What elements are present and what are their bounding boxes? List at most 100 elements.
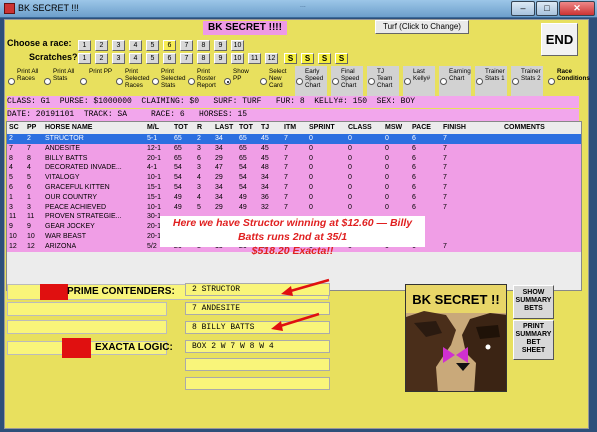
- scratch-button-7[interactable]: 7: [180, 53, 193, 64]
- option-radio[interactable]: [224, 78, 231, 85]
- column-header[interactable]: COMMENTS: [504, 123, 564, 133]
- option-radio[interactable]: [116, 78, 123, 85]
- cell: 54: [239, 184, 247, 191]
- scratch-button-1[interactable]: 1: [78, 53, 91, 64]
- race-button-7[interactable]: 7: [180, 40, 193, 51]
- close-button[interactable]: ✕: [559, 1, 595, 16]
- scratch-s-button-4[interactable]: S: [335, 53, 348, 64]
- end-button[interactable]: END: [541, 23, 578, 56]
- scratch-s-button-1[interactable]: S: [284, 53, 297, 64]
- horse-row[interactable]: 7 7 ANDESITE 12-1 65 3 34 65 45 7 0 0 0 6 7: [7, 143, 581, 154]
- option-radio[interactable]: [152, 78, 159, 85]
- horse-row[interactable]: 5 5 VITALOGY 10-1 54 4 29 54 34 7 0 0 0 6 7: [7, 173, 581, 183]
- column-header[interactable]: SC: [9, 123, 27, 133]
- race-button-10[interactable]: 10: [231, 40, 244, 51]
- horse-row[interactable]: 6 6 GRACEFUL KITTEN 15-1 54 3 34 54 34 7 0 0 0 6 7: [7, 183, 581, 193]
- scratch-button-2[interactable]: 2: [95, 53, 108, 64]
- race-button-2[interactable]: 2: [95, 40, 108, 51]
- turf-toggle-button[interactable]: Turf (Click to Change): [375, 20, 469, 34]
- option-radio[interactable]: [332, 78, 339, 85]
- scratch-s-button-2[interactable]: S: [301, 53, 314, 64]
- column-header[interactable]: LAST: [215, 123, 237, 133]
- cell: 0: [348, 164, 352, 172]
- horse-row[interactable]: 4 4 DECORATED INVADE... 4-1 54 3 47 54 48 7 0 0 0 6 7: [7, 163, 581, 174]
- option-radio[interactable]: [188, 78, 195, 85]
- horse-grid[interactable]: SC PP HORSE NAME M/L TOT R LAST TOT TJ ITM SPRINT C…: [6, 121, 582, 291]
- race-button-3[interactable]: 3: [112, 40, 125, 51]
- option-radio[interactable]: [476, 78, 483, 85]
- option-radio[interactable]: [296, 78, 303, 85]
- column-header[interactable]: MSW: [385, 123, 411, 133]
- cell: PEACE ACHIEVED: [45, 203, 107, 211]
- option-radio[interactable]: [80, 78, 87, 85]
- scratch-button-11[interactable]: 11: [248, 53, 261, 64]
- scratch-button-12[interactable]: 12: [265, 53, 278, 64]
- cell: 3: [197, 184, 201, 191]
- cell: 0: [348, 154, 352, 162]
- option-radio[interactable]: [8, 78, 15, 85]
- cell: 7: [284, 154, 288, 162]
- option-radio[interactable]: [548, 78, 555, 85]
- cell: 0: [385, 174, 389, 182]
- column-header[interactable]: PP: [27, 123, 41, 133]
- cell: 4: [27, 164, 31, 172]
- column-header[interactable]: TOT: [239, 123, 259, 133]
- cell: OUR COUNTRY: [45, 193, 97, 201]
- column-header[interactable]: PACE: [412, 123, 438, 133]
- option-label: Print Roster Report: [197, 68, 216, 89]
- column-header[interactable]: FINISH: [443, 123, 483, 133]
- column-header[interactable]: M/L: [147, 123, 173, 133]
- cell: 54: [239, 174, 247, 182]
- scratch-button-10[interactable]: 10: [231, 53, 244, 64]
- scratch-button-6[interactable]: 6: [163, 53, 176, 64]
- scratch-button-3[interactable]: 3: [112, 53, 125, 64]
- cell: 0: [348, 203, 352, 211]
- column-header[interactable]: R: [197, 123, 215, 133]
- empty-field-2: [185, 377, 330, 390]
- arrow-to-structor-icon: [281, 278, 330, 296]
- scratch-button-4[interactable]: 4: [129, 53, 142, 64]
- scratch-button-8[interactable]: 8: [197, 53, 210, 64]
- horse-row[interactable]: 8 8 BILLY BATTS 20-1 65 6 29 65 45 7 0 0 0 6 7: [7, 153, 581, 164]
- print-summary-bet-sheet-button[interactable]: PRINT SUMMARY BET SHEET: [513, 320, 554, 360]
- race-button-6[interactable]: 6: [163, 40, 176, 51]
- maximize-button[interactable]: □: [536, 1, 558, 16]
- column-header[interactable]: ITM: [284, 123, 306, 133]
- race-button-4[interactable]: 4: [129, 40, 142, 51]
- column-header[interactable]: TOT: [174, 123, 194, 133]
- column-header[interactable]: CLASS: [348, 123, 378, 133]
- cell: 34: [261, 184, 269, 191]
- scratch-s-button-3[interactable]: S: [318, 53, 331, 64]
- option-label: Early Speed Chart: [305, 68, 324, 89]
- race-button-9[interactable]: 9: [214, 40, 227, 51]
- cell: 0: [309, 203, 313, 211]
- scratch-button-9[interactable]: 9: [214, 53, 227, 64]
- scratch-button-5[interactable]: 5: [146, 53, 159, 64]
- race-button-1[interactable]: 1: [78, 40, 91, 51]
- option-radio[interactable]: [368, 78, 375, 85]
- option-radio[interactable]: [440, 78, 447, 85]
- show-summary-bets-button[interactable]: SHOW SUMMARY BETS: [513, 285, 554, 319]
- column-header[interactable]: SPRINT: [309, 123, 343, 133]
- cell: 0: [385, 193, 389, 201]
- cell: 32: [261, 203, 269, 211]
- horse-row[interactable]: 3 3 PEACE ACHIEVED 10-1 49 5 29 49 32 7 0 0 0 6 7: [7, 202, 581, 213]
- column-header[interactable]: TJ: [261, 123, 281, 133]
- race-info-line-1: CLASS: G1 PURSE: $1000000 CLAIMING: $0 S…: [7, 96, 579, 108]
- cell: 10-1: [147, 174, 162, 182]
- contenders-red-marker-front: [40, 284, 68, 300]
- cell: 7: [284, 174, 288, 182]
- race-button-8[interactable]: 8: [197, 40, 210, 51]
- cell: 0: [385, 144, 389, 152]
- column-header[interactable]: HORSE NAME: [45, 123, 141, 133]
- race-button-5[interactable]: 5: [146, 40, 159, 51]
- horse-row[interactable]: 2 2 STRUCTOR 5-1 65 2 34 65 45 7 0 0 0 6 7: [7, 134, 581, 144]
- cell: 49: [174, 203, 182, 211]
- option-radio[interactable]: [404, 78, 411, 85]
- horse-row[interactable]: 1 1 OUR COUNTRY 15-1 49 4 34 49 36 7 0 0 0 6 7: [7, 192, 581, 203]
- option-radio[interactable]: [512, 78, 519, 85]
- cell: 65: [239, 154, 247, 162]
- option-radio[interactable]: [260, 78, 267, 85]
- option-radio[interactable]: [44, 78, 51, 85]
- minimize-button[interactable]: –: [511, 1, 535, 16]
